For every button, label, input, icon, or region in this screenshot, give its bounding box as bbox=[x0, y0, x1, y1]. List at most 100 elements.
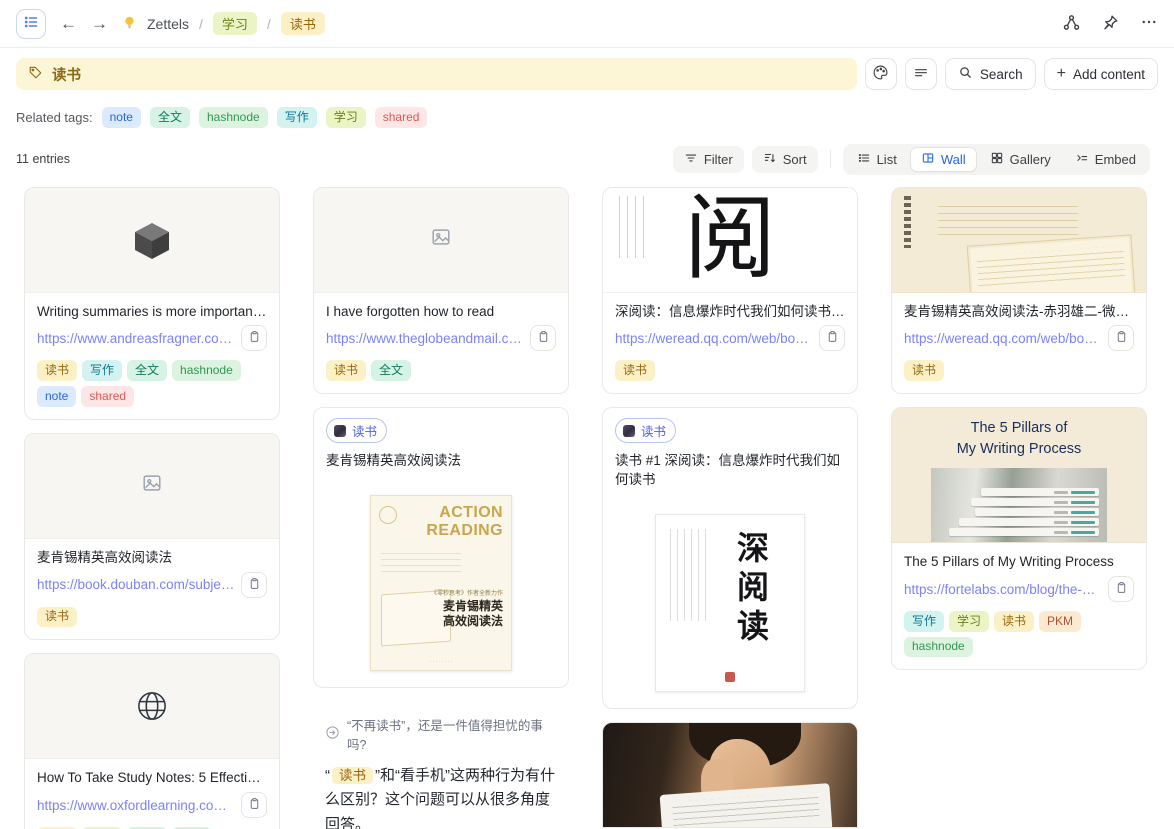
card-link[interactable]: https://www.oxfordlearning.com/... bbox=[37, 798, 235, 813]
cover-tagline: 《零秒思考》作者全新力作 bbox=[431, 588, 503, 597]
tag-pill[interactable]: PKM bbox=[1039, 611, 1081, 632]
card-note-deep-reading[interactable]: 读书 读书 #1 深阅读：信息爆炸时代我们如何读书 深阅读 bbox=[602, 407, 858, 709]
breadcrumb-tag-study[interactable]: 学习 bbox=[213, 12, 257, 35]
plus-icon: + bbox=[1057, 65, 1066, 83]
tag-pill[interactable]: 全文 bbox=[127, 360, 167, 381]
tag-pill[interactable]: hashnode bbox=[904, 637, 973, 658]
tag-pill[interactable]: 读书 bbox=[994, 611, 1034, 632]
related-tag-study[interactable]: 学习 bbox=[326, 107, 366, 128]
header-image-title: The 5 Pillars of bbox=[892, 418, 1146, 439]
note-title: 麦肯锡精英高效阅读法 bbox=[326, 452, 556, 471]
view-wall[interactable]: Wall bbox=[910, 147, 977, 172]
card-forgotten-how-to-read[interactable]: I have forgotten how to read https://www… bbox=[313, 187, 569, 394]
card-link[interactable]: https://fortelabs.com/blog/the-5-... bbox=[904, 582, 1102, 597]
card-five-pillars[interactable]: The 5 Pillars of My Writing Process The … bbox=[891, 407, 1147, 670]
view-gallery[interactable]: Gallery bbox=[979, 147, 1062, 172]
cover-title-cn: 麦肯锡精英 bbox=[431, 599, 503, 615]
clipboard-icon bbox=[1115, 330, 1128, 346]
related-tag-note[interactable]: note bbox=[102, 107, 141, 128]
add-content-button[interactable]: + Add content bbox=[1044, 58, 1158, 90]
breadcrumb-separator: / bbox=[199, 16, 203, 32]
current-tag-banner: 读书 bbox=[16, 58, 857, 90]
related-tag-shared[interactable]: shared bbox=[375, 107, 428, 128]
copy-link-button[interactable] bbox=[241, 572, 267, 598]
card-link[interactable]: https://book.douban.com/subject... bbox=[37, 577, 235, 592]
description-button[interactable] bbox=[905, 58, 937, 90]
tag-pill[interactable]: 全文 bbox=[371, 360, 411, 381]
card-link[interactable]: https://weread.qq.com/web/book... bbox=[904, 331, 1102, 346]
stacked-books-photo-art bbox=[931, 468, 1107, 542]
gallery-view-icon bbox=[990, 151, 1004, 168]
copy-link-button[interactable] bbox=[241, 325, 267, 351]
tag-pill[interactable]: 写作 bbox=[82, 360, 122, 381]
globe-icon bbox=[131, 685, 173, 727]
filter-label: Filter bbox=[704, 152, 733, 167]
card-mckinsey-weread[interactable]: 麦肯锡精英高效阅读法-赤羽雄二-微信读... https://weread.qq… bbox=[891, 187, 1147, 394]
copy-link-button[interactable] bbox=[819, 325, 845, 351]
card-link[interactable]: https://www.theglobeandmail.co... bbox=[326, 331, 524, 346]
card-no-longer-reading[interactable]: “不再读书”，还是一件值得担忧的事吗? https://www.huxiu.co… bbox=[602, 722, 858, 829]
tag-pill[interactable]: note bbox=[37, 386, 76, 407]
note-badge-label: 读书 bbox=[641, 421, 666, 440]
referenced-note-title[interactable]: “不再读书”，还是一件值得担忧的事吗? bbox=[347, 715, 557, 753]
breadcrumb-tag-reading[interactable]: 读书 bbox=[281, 12, 325, 35]
note-tag-badge[interactable]: 读书 bbox=[615, 418, 676, 443]
more-button[interactable] bbox=[1140, 13, 1158, 34]
search-button[interactable]: Search bbox=[945, 58, 1036, 90]
tag-pill[interactable]: 读书 bbox=[37, 607, 77, 628]
tag-pill[interactable]: 读书 bbox=[615, 360, 655, 381]
image-placeholder-icon bbox=[430, 226, 452, 253]
tag-pill[interactable]: 读书 bbox=[37, 360, 77, 381]
tag-pill[interactable]: shared bbox=[81, 386, 134, 407]
list-toolbar: 11 entries Filter Sort bbox=[0, 132, 1174, 187]
card-link[interactable]: https://weread.qq.com/web/book... bbox=[615, 331, 813, 346]
related-tags-row: Related tags: note 全文 hashnode 写作 学习 sha… bbox=[0, 98, 1174, 132]
related-tag-fulltext[interactable]: 全文 bbox=[150, 107, 190, 128]
card-link[interactable]: https://www.andreasfragner.com/... bbox=[37, 331, 235, 346]
pin-button[interactable] bbox=[1101, 13, 1120, 35]
copy-link-button[interactable] bbox=[1108, 576, 1134, 602]
card-thumbnail bbox=[314, 188, 568, 293]
tag-pill[interactable]: 读书 bbox=[904, 360, 944, 381]
sort-button[interactable]: Sort bbox=[752, 146, 818, 173]
card-quote-note[interactable]: “不再读书”，还是一件值得担忧的事吗? “读书”和“看手机”这两种行为有什么区别… bbox=[313, 701, 569, 829]
related-tag-writing[interactable]: 写作 bbox=[277, 107, 317, 128]
copy-link-button[interactable] bbox=[1108, 325, 1134, 351]
book-cover-area: ACTION READING 《零秒思考》作者全新力作 麦肯锡精英 高效阅读法 … bbox=[314, 487, 568, 687]
view-list[interactable]: List bbox=[846, 147, 908, 172]
toolbar-divider bbox=[830, 150, 831, 168]
copy-link-button[interactable] bbox=[530, 325, 556, 351]
appearance-button[interactable] bbox=[865, 58, 897, 90]
card-thumbnail bbox=[25, 434, 279, 539]
tag-pill[interactable]: 学习 bbox=[949, 611, 989, 632]
card-thumbnail: 阅 bbox=[603, 188, 857, 293]
inline-tag-reading[interactable]: 读书 bbox=[332, 767, 373, 784]
sidebar-toggle-button[interactable] bbox=[16, 9, 46, 39]
graph-view-button[interactable] bbox=[1062, 13, 1081, 35]
card-deep-reading-weread[interactable]: 阅 深阅读：信息爆炸时代我们如何读书-斋... https://weread.q… bbox=[602, 187, 858, 394]
view-embed[interactable]: Embed bbox=[1064, 147, 1147, 172]
card-note-mckinsey-reading[interactable]: 读书 麦肯锡精英高效阅读法 ACTION READING 《零秒思考》作者全新力… bbox=[313, 407, 569, 688]
card-study-notes[interactable]: How To Take Study Notes: 5 Effective... … bbox=[24, 653, 280, 829]
breadcrumb: Zettels / 学习 / 读书 bbox=[122, 12, 325, 35]
related-tag-hashnode[interactable]: hashnode bbox=[199, 107, 268, 128]
card-mckinsey-douban[interactable]: 麦肯锡精英高效阅读法 https://book.douban.com/subje… bbox=[24, 433, 280, 640]
page-text-lines-art bbox=[938, 200, 1078, 238]
copy-link-button[interactable] bbox=[241, 792, 267, 818]
app-name[interactable]: Zettels bbox=[147, 16, 189, 32]
header-image-title: My Writing Process bbox=[892, 439, 1146, 460]
tag-pill[interactable]: 写作 bbox=[904, 611, 944, 632]
cover-text-lines-art bbox=[381, 548, 461, 572]
note-tag-badge[interactable]: 读书 bbox=[326, 418, 387, 443]
tag-pill[interactable]: hashnode bbox=[172, 360, 241, 381]
card-writing-summaries[interactable]: Writing summaries is more important ... … bbox=[24, 187, 280, 420]
back-button[interactable]: ← bbox=[60, 15, 77, 32]
tag-icon bbox=[28, 65, 43, 84]
related-tags-label: Related tags: bbox=[16, 110, 93, 125]
list-icon bbox=[23, 14, 39, 33]
filter-button[interactable]: Filter bbox=[673, 146, 744, 173]
card-title: The 5 Pillars of My Writing Process bbox=[904, 553, 1134, 572]
view-switcher: List Wall Gallery bbox=[843, 144, 1150, 175]
tag-pill[interactable]: 读书 bbox=[326, 360, 366, 381]
forward-button[interactable]: → bbox=[91, 15, 108, 32]
